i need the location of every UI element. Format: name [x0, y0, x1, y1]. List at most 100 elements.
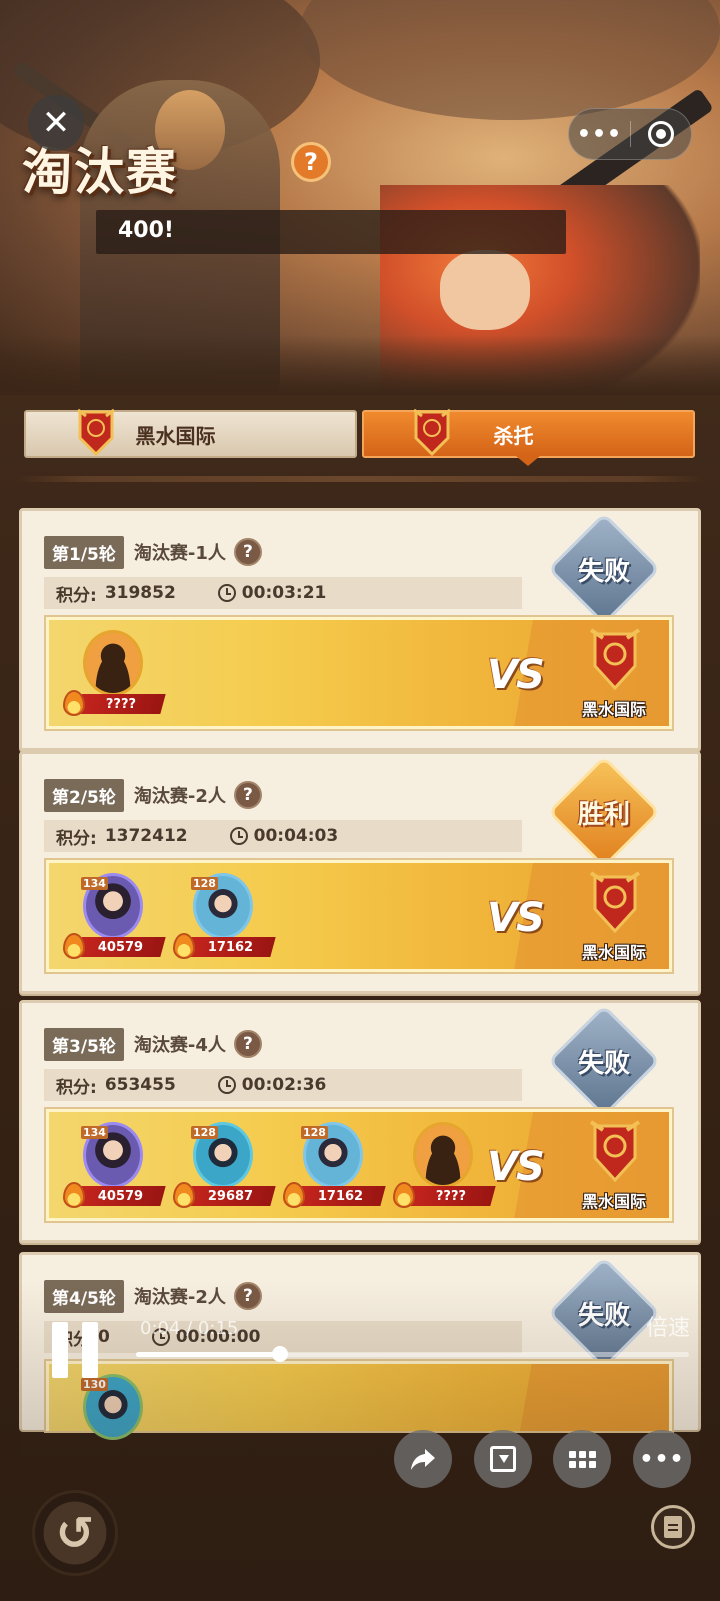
round-card-4[interactable]: 第4/5轮 淘汰赛-2人 ? 积分 0 00:00:00 失败 130 [19, 1252, 701, 1440]
round-card-1[interactable]: 第1/5轮 淘汰赛-1人 ? 积分: 319852 00:03:21 失败 ??… [19, 508, 701, 751]
more-menu-button[interactable]: ••• [569, 122, 630, 147]
banner-shade [0, 335, 720, 395]
player-slot[interactable]: 134 40579 [61, 873, 166, 963]
player-slot[interactable]: 134 40579 [61, 1122, 166, 1212]
girl-face [440, 250, 530, 330]
matchup-panel: 134 40579 128 17162 VS 黑水国际 [46, 860, 672, 972]
result-text: 失败 [577, 557, 630, 587]
power-value: 17162 [208, 939, 254, 955]
progress-fill [136, 1352, 280, 1357]
round-header: 第1/5轮 淘汰赛-1人 ? [44, 535, 262, 569]
mode-name: 淘汰赛-2人 [133, 786, 226, 807]
level-badge: 128 [191, 1126, 218, 1139]
pause-icon [82, 1322, 98, 1378]
download-icon [490, 1446, 516, 1472]
speed-button[interactable]: 倍速 [646, 1310, 690, 1342]
result-text: 失败 [577, 1049, 630, 1079]
back-button[interactable]: ↺ [32, 1490, 118, 1576]
power-value: 17162 [318, 1188, 364, 1204]
miniapp-capsule: ••• [568, 108, 692, 160]
round-number: 第2/5轮 [44, 778, 124, 812]
target-icon [647, 121, 674, 147]
score-label: 积分: [56, 1077, 97, 1098]
level-badge: 130 [81, 1378, 108, 1391]
result-text: 失败 [577, 1301, 630, 1331]
tab-blackwater[interactable]: 黑水国际 [24, 408, 357, 458]
active-tab-pointer [516, 456, 540, 466]
vs-label: VS [487, 895, 545, 941]
ellipsis-icon: ••• [639, 1446, 685, 1472]
pause-button[interactable] [48, 1322, 104, 1378]
round-card-3[interactable]: 第3/5轮 淘汰赛-4人 ? 积分: 653455 00:02:36 失败 13… [19, 1000, 701, 1243]
level-badge: 134 [81, 877, 108, 890]
flame-icon [173, 933, 195, 959]
share-button[interactable] [394, 1430, 452, 1488]
round-stats: 积分: 1372412 00:04:03 [44, 820, 522, 852]
player-slot[interactable]: 128 29687 [171, 1122, 276, 1212]
round-stats: 积分: 319852 00:03:21 [44, 577, 522, 609]
help-icon[interactable]: ? [291, 142, 331, 182]
power-value: ???? [105, 696, 137, 712]
player-slot[interactable]: 128 17162 [171, 873, 276, 963]
opponent: 黑水国际 [569, 1118, 659, 1218]
unknown-avatar [413, 1122, 473, 1188]
log-button[interactable] [651, 1505, 695, 1549]
flame-icon [283, 1182, 305, 1208]
more-button[interactable]: ••• [633, 1430, 691, 1488]
score-value: 319852 [104, 583, 176, 603]
help-icon[interactable]: ? [233, 781, 262, 809]
team-emblem-icon [589, 1120, 641, 1183]
page: 淘汰赛 ? 400! ✕ ••• 黑水国际 杀托 第1/5轮 淘汰赛-1人 ? … [0, 0, 720, 1601]
flame-icon [63, 690, 85, 716]
tab-shatuo[interactable]: 杀托 [362, 408, 695, 466]
score-value: 1372412 [104, 826, 188, 846]
power-value: 29687 [208, 1188, 254, 1204]
document-icon [664, 1516, 682, 1538]
matchup-panel: 134 40579 128 29687 128 17162 ???? VS 黑水… [46, 1109, 672, 1221]
vs-label: VS [487, 652, 545, 698]
hero-banner: 淘汰赛 ? 400! ✕ ••• [0, 0, 720, 395]
exit-miniapp-button[interactable] [631, 121, 691, 147]
player-slot[interactable]: ???? [61, 630, 166, 720]
help-icon[interactable]: ? [233, 1282, 262, 1310]
vs-label: VS [487, 1144, 545, 1190]
power-value: 40579 [98, 1188, 144, 1204]
round-card-2[interactable]: 第2/5轮 淘汰赛-2人 ? 积分: 1372412 00:04:03 胜利 1… [19, 751, 701, 994]
player-slot[interactable]: 130 [61, 1374, 161, 1464]
progress-handle[interactable] [271, 1346, 288, 1362]
grid-icon [568, 1450, 596, 1468]
close-button[interactable]: ✕ [28, 95, 84, 151]
power-value: ???? [435, 1188, 467, 1204]
flame-icon [63, 933, 85, 959]
help-icon[interactable]: ? [233, 538, 262, 566]
share-icon [411, 1449, 435, 1470]
round-number: 第1/5轮 [44, 535, 124, 569]
flame-icon [63, 1182, 85, 1208]
result-text: 胜利 [577, 800, 630, 830]
tab-label: 杀托 [493, 423, 534, 448]
player-slot[interactable]: 128 17162 [281, 1122, 386, 1212]
video-progress-bar[interactable] [136, 1346, 689, 1362]
matchup-panel: ???? VS 黑水国际 [46, 617, 672, 729]
matchup-panel: 130 [46, 1361, 672, 1440]
score-label: 积分: [56, 585, 97, 606]
time-value: 00:04:03 [253, 826, 339, 846]
round-header: 第4/5轮 淘汰赛-2人 ? [44, 1279, 262, 1313]
pause-icon [52, 1322, 68, 1378]
opponent-name: 黑水国际 [581, 700, 646, 719]
save-button[interactable] [474, 1430, 532, 1488]
help-icon[interactable]: ? [233, 1030, 262, 1058]
unknown-avatar [83, 630, 143, 696]
opponent: 黑水国际 [569, 869, 659, 969]
section-divider [16, 476, 704, 482]
round-stats: 积分: 653455 00:02:36 [44, 1069, 522, 1101]
player-slot[interactable]: ???? [391, 1122, 496, 1212]
level-badge: 128 [191, 877, 218, 890]
apps-button[interactable] [553, 1430, 611, 1488]
opponent: 黑水国际 [569, 626, 659, 726]
ribbon-text: 400! [118, 218, 174, 243]
opponent-name: 黑水国际 [581, 1192, 646, 1211]
clock-icon [229, 827, 248, 845]
round-header: 第2/5轮 淘汰赛-2人 ? [44, 778, 262, 812]
clock-icon [217, 1076, 236, 1094]
